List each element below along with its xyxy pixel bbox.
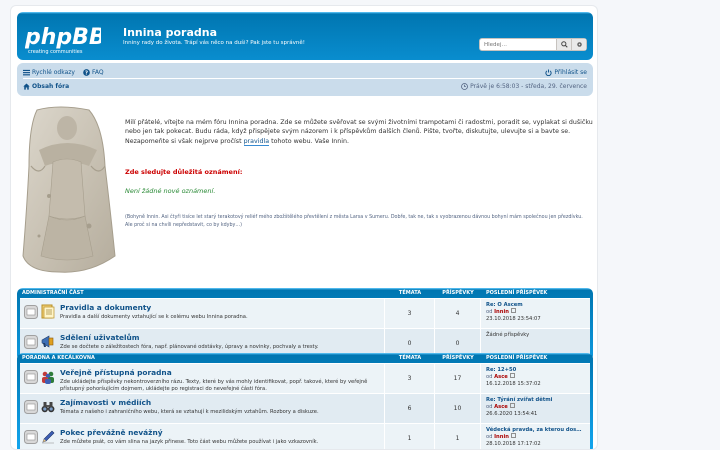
last-post-author[interactable]: Asce	[494, 404, 508, 410]
last-post-date: 28.10.2018 17:17:02	[486, 441, 541, 447]
navbar: Rychlé odkazy ? FAQ Přihlásit se Obsah f…	[17, 63, 593, 96]
last-post-author[interactable]: Asce	[494, 374, 508, 380]
forum-read-icon	[24, 430, 38, 444]
welcome-text: Milí přátelé, vítejte na mém fóru Innina…	[125, 119, 593, 146]
question-circle-icon: ?	[83, 68, 90, 76]
faq-link[interactable]: ? FAQ	[83, 69, 104, 76]
topics-count: 6	[385, 394, 435, 423]
topics-count: 1	[385, 424, 435, 449]
breadcrumb-board-index[interactable]: Obsah fóra	[23, 83, 69, 90]
svg-text:creating communities: creating communities	[28, 49, 83, 55]
forum-description: Pravidla a další dokumenty vztahující se…	[60, 314, 248, 320]
forum-row: Pravidla a dokumenty Pravidla a další do…	[20, 298, 590, 328]
view-post-icon[interactable]	[510, 433, 516, 438]
category-administration: Administrační část Témata Příspěvky Posl…	[17, 288, 593, 361]
view-post-icon[interactable]	[509, 373, 515, 378]
forum-read-icon	[24, 335, 38, 349]
topics-count: 3	[385, 364, 435, 393]
search-box	[479, 38, 587, 51]
forum-description: Témata z našeho i zahraničního webu, kte…	[60, 409, 319, 415]
posts-count: 10	[435, 394, 481, 423]
last-post-author[interactable]: Innin	[494, 309, 509, 315]
clock-icon	[461, 82, 468, 90]
datetime-text: Právě je 6:58:03 - středa, 29. července	[470, 82, 587, 90]
site-header: phpBB creating communities Innina poradn…	[17, 12, 593, 60]
posts-count: 17	[435, 364, 481, 393]
megaphone-icon	[41, 335, 54, 348]
menu-icon	[23, 69, 30, 75]
forum-row: Pokec převážně nevážný Zde můžete psát, …	[20, 423, 590, 449]
site-title[interactable]: Innina poradna	[123, 26, 217, 39]
last-post-title[interactable]: Re: 12+50	[486, 367, 585, 374]
forum-title[interactable]: Sdělení uživatelům	[60, 333, 139, 342]
search-button[interactable]	[556, 39, 571, 50]
rules-link[interactable]: pravidla	[243, 137, 270, 146]
last-post-date: 26.6.2020 13:54:41	[486, 411, 538, 417]
last-post-author[interactable]: Innin	[494, 434, 509, 440]
last-post-date: 23.10.2018 23:54:07	[486, 316, 541, 322]
col-topics: Témata	[398, 290, 422, 296]
forum-title[interactable]: Zajímavosti v médiích	[60, 398, 151, 407]
gear-icon	[576, 42, 582, 47]
forum-description: Zde ukládejte příspěvky nekontroverzního…	[60, 379, 368, 392]
topics-count: 3	[385, 299, 435, 328]
last-post-title[interactable]: Re: Týrání zvířat dětmi	[486, 397, 585, 404]
forum-title[interactable]: Veřejně přístupná poradna	[60, 368, 172, 377]
phpbb-logo[interactable]: phpBB creating communities	[24, 22, 106, 56]
documents-icon	[41, 304, 55, 319]
forum-title[interactable]: Pravidla a dokumenty	[60, 303, 151, 312]
posts-count: 1	[435, 424, 481, 449]
search-icon	[560, 41, 568, 48]
image-caption-note: (Bohyně Innin. Asi čtyři tisíce let star…	[125, 215, 583, 228]
forum-read-icon	[24, 305, 38, 319]
forum-read-icon	[24, 400, 38, 414]
people-icon	[42, 371, 54, 384]
svg-text:?: ?	[85, 70, 88, 75]
forum-description: Zde se dočtete o záležitostech fóra, nap…	[60, 344, 319, 350]
forum-row: Zajímavosti v médiích Témata z našeho i …	[20, 393, 590, 423]
breadcrumb-label: Obsah fóra	[32, 82, 70, 90]
view-post-icon[interactable]	[510, 308, 516, 313]
category-name[interactable]: Poradna a kecálkovna	[20, 355, 385, 361]
quick-links-label: Rychlé odkazy	[32, 68, 75, 76]
innin-relief-image	[22, 106, 116, 273]
category-name[interactable]: Administrační část	[20, 290, 385, 296]
advanced-search-button[interactable]	[571, 39, 586, 50]
view-post-icon[interactable]	[509, 403, 515, 408]
login-label: Přihlásit se	[554, 68, 587, 76]
col-posts: Příspěvky	[442, 290, 474, 296]
page: phpBB creating communities Innina poradn…	[10, 5, 598, 450]
forum-read-icon	[24, 370, 38, 384]
last-post-title[interactable]: Vědecká pravda, za kterou dos…	[486, 427, 585, 434]
login-link[interactable]: Přihlásit se	[545, 69, 587, 76]
col-last-post: Poslední příspěvek	[486, 290, 548, 296]
pen-icon	[42, 430, 55, 444]
search-input[interactable]	[480, 39, 556, 50]
col-posts: Příspěvky	[442, 355, 474, 361]
quick-links-menu[interactable]: Rychlé odkazy	[23, 69, 75, 76]
last-post-date: 16.12.2018 15:37:02	[486, 381, 541, 387]
site-description: Inniny rady do života. Trápí vás něco na…	[123, 40, 306, 46]
last-post-title: Žádné příspěvky	[486, 332, 530, 338]
current-datetime: Právě je 6:58:03 - středa, 29. července	[461, 83, 587, 90]
power-icon	[545, 69, 552, 76]
notice-empty: Není žádné nové oznámení.	[125, 187, 216, 195]
svg-text:phpBB: phpBB	[25, 25, 101, 50]
notice-title: Zde sledujte důležitá oznámení:	[125, 168, 243, 176]
forum-row: Veřejně přístupná poradna Zde ukládejte …	[20, 363, 590, 393]
binoculars-icon	[41, 402, 55, 413]
last-post-title[interactable]: Re: O Ascem	[486, 302, 585, 309]
home-icon	[23, 82, 30, 90]
col-topics: Témata	[398, 355, 422, 361]
forum-title[interactable]: Pokec převážně nevážný	[60, 428, 163, 437]
forum-description: Zde můžete psát, co vám slina na jazyk p…	[60, 439, 319, 445]
col-last-post: Poslední příspěvek	[486, 355, 548, 361]
faq-label: FAQ	[91, 68, 104, 76]
category-advice-chat: Poradna a kecálkovna Témata Příspěvky Po…	[17, 353, 593, 449]
posts-count: 4	[435, 299, 481, 328]
